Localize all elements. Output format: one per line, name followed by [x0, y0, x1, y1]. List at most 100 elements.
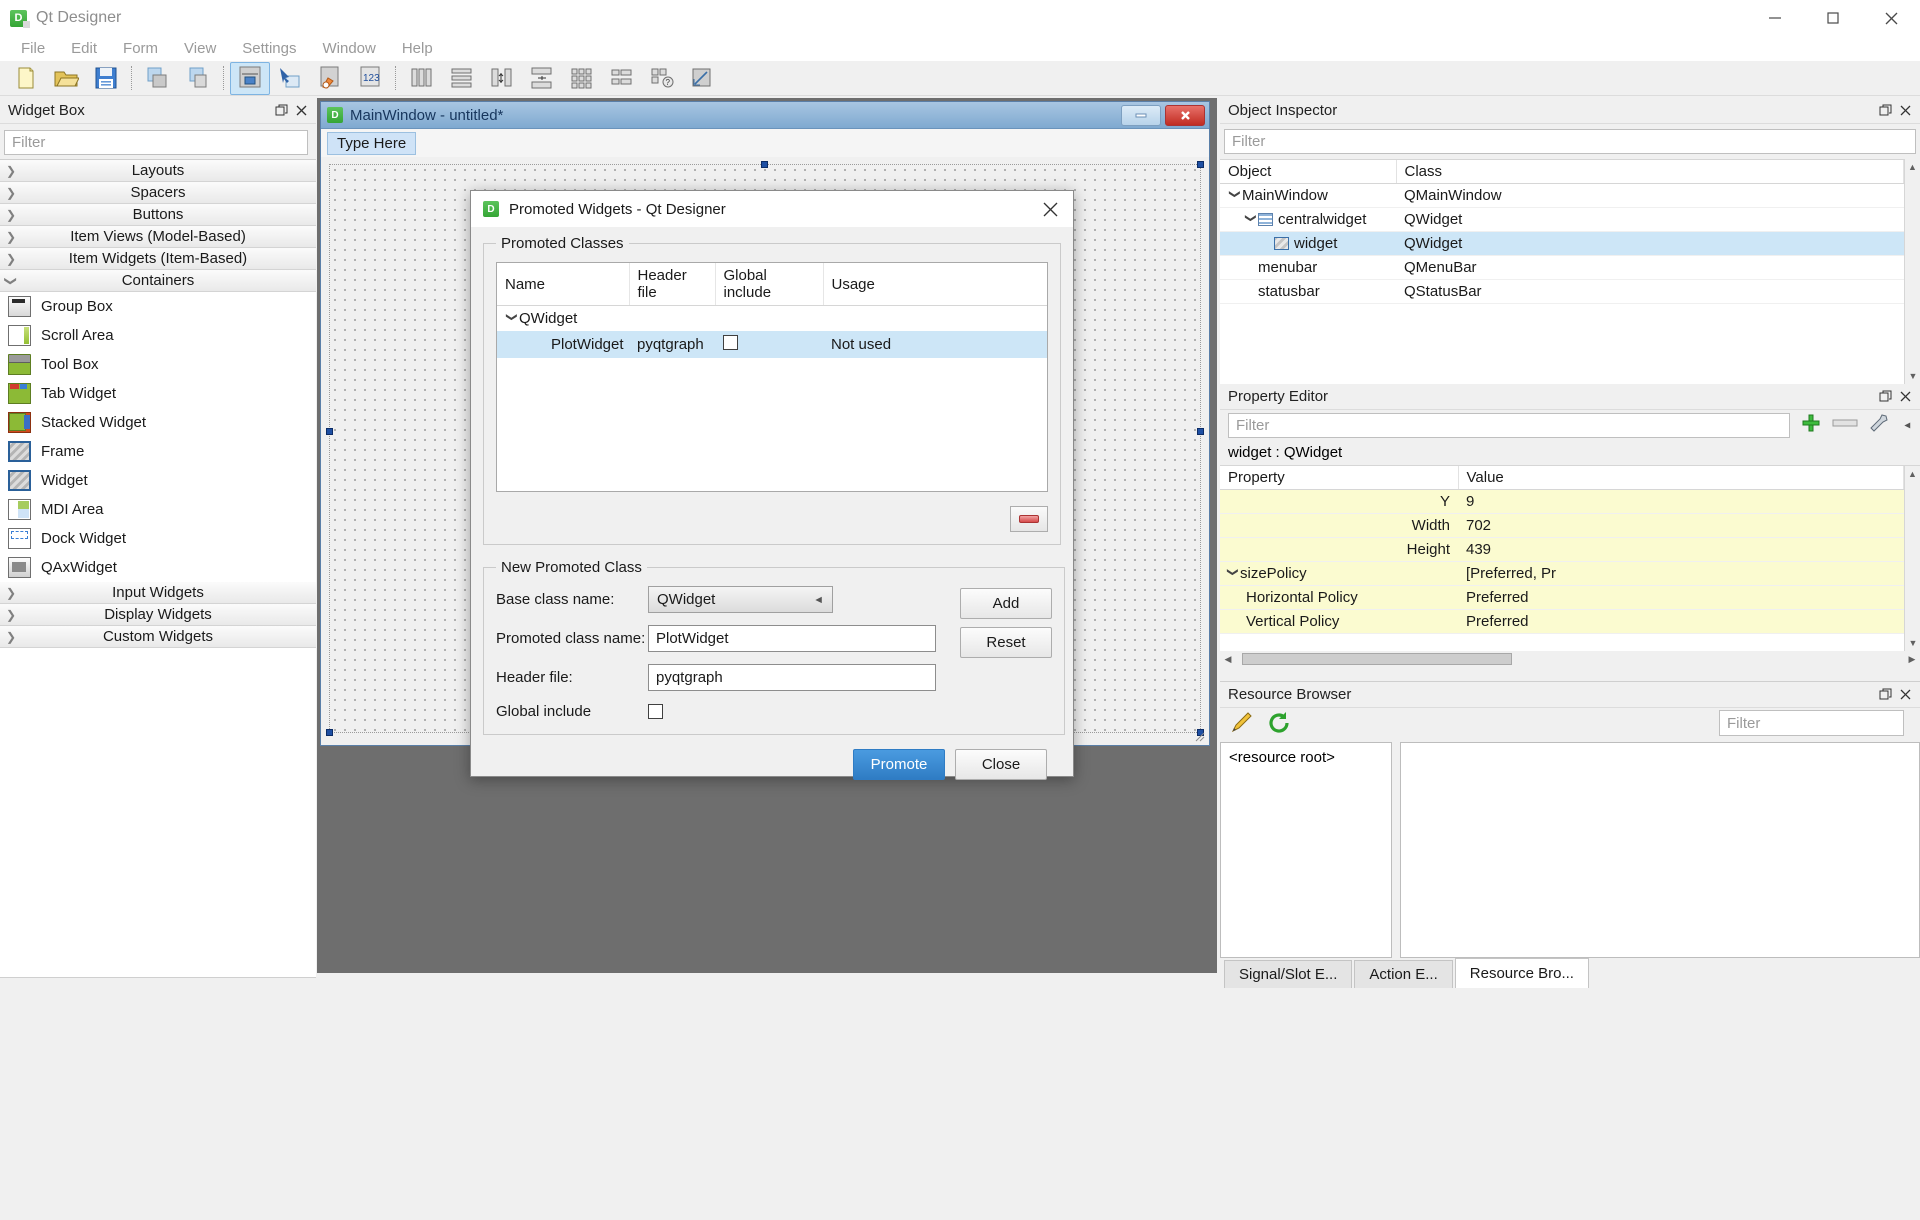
resource-root-label[interactable]: <resource root> — [1229, 749, 1383, 766]
widget-box-category-layouts[interactable]: ❯ Layouts — [0, 160, 316, 182]
widget-box-category-spacers[interactable]: ❯ Spacers — [0, 182, 316, 204]
widget-box-close-button[interactable] — [293, 103, 309, 119]
undo-icon[interactable] — [138, 62, 178, 95]
property-editor-hscrollbar[interactable]: ◀ ▶ — [1220, 651, 1920, 667]
promoted-classes-tree[interactable]: Name Header file Global include Usage ❯ Q… — [496, 262, 1048, 492]
property-editor-scrollbar[interactable]: ▲ ▼ — [1904, 466, 1920, 651]
widget-box-category-display-widgets[interactable]: ❯ Display Widgets — [0, 604, 316, 626]
column-name[interactable]: Name — [497, 263, 630, 306]
widget-item-dock-widget[interactable]: Dock Widget — [0, 524, 316, 553]
table-row[interactable]: Horizontal Policy Preferred — [1220, 585, 1904, 610]
new-global-include-checkbox[interactable] — [648, 704, 663, 719]
layout-horizontally-icon[interactable] — [402, 62, 442, 95]
base-class-combobox[interactable]: QWidget ▼ — [648, 586, 833, 613]
property-value[interactable]: Preferred — [1458, 609, 1904, 634]
menu-edit[interactable]: Edit — [58, 38, 110, 59]
header-file-input[interactable]: pyqtgraph — [648, 664, 936, 691]
table-row[interactable]: menubar QMenuBar — [1220, 255, 1904, 280]
maximize-button[interactable] — [1804, 0, 1862, 36]
column-property[interactable]: Property — [1220, 466, 1459, 490]
property-value[interactable]: 9 — [1458, 489, 1904, 514]
resource-browser-close-button[interactable] — [1897, 687, 1913, 703]
table-row[interactable]: widget QWidget — [1220, 231, 1904, 256]
table-row[interactable]: ❯ centralwidget QWidget — [1220, 207, 1904, 232]
scroll-right-icon[interactable]: ▶ — [1904, 651, 1920, 667]
layout-grid-icon[interactable] — [562, 62, 602, 95]
chevron-down-icon[interactable]: ❯ — [1245, 214, 1258, 228]
redo-icon[interactable] — [178, 62, 218, 95]
menu-view[interactable]: View — [171, 38, 229, 59]
menu-form[interactable]: Form — [110, 38, 171, 59]
layout-vertically-icon[interactable] — [442, 62, 482, 95]
scroll-up-icon[interactable]: ▲ — [1905, 466, 1920, 482]
resize-handle-left[interactable] — [326, 428, 333, 435]
scroll-down-icon[interactable]: ▼ — [1905, 635, 1920, 651]
chevron-down-icon[interactable]: ❯ — [1229, 190, 1242, 204]
menu-settings[interactable]: Settings — [229, 38, 309, 59]
property-value[interactable]: Preferred — [1458, 585, 1904, 610]
widget-item-stacked-widget[interactable]: Stacked Widget — [0, 408, 316, 437]
property-value[interactable]: [Preferred, Pr — [1458, 561, 1904, 586]
open-form-icon[interactable] — [46, 62, 86, 95]
add-button[interactable]: Add — [960, 588, 1052, 619]
property-editor-float-button[interactable] — [1877, 389, 1893, 405]
resize-handle-top-right[interactable] — [1197, 161, 1204, 168]
object-inspector-close-button[interactable] — [1897, 103, 1913, 119]
menu-help[interactable]: Help — [389, 38, 446, 59]
tab-signal-slot-editor[interactable]: Signal/Slot E... — [1224, 960, 1353, 988]
resource-preview-panel[interactable] — [1400, 742, 1920, 958]
property-value[interactable]: 702 — [1458, 513, 1904, 538]
form-close-button[interactable] — [1165, 104, 1205, 126]
widget-box-category-item-widgets[interactable]: ❯ Item Widgets (Item-Based) — [0, 248, 316, 270]
widget-box-category-buttons[interactable]: ❯ Buttons — [0, 204, 316, 226]
dialog-close-button[interactable] — [1027, 191, 1073, 227]
chevron-down-icon[interactable]: ❯ — [506, 313, 519, 327]
column-class[interactable]: Class — [1396, 160, 1904, 184]
menu-window[interactable]: Window — [309, 38, 388, 59]
layout-splitter-h-icon[interactable] — [482, 62, 522, 95]
resize-handle-right[interactable] — [1197, 428, 1204, 435]
column-object[interactable]: Object — [1220, 160, 1397, 184]
object-inspector-scrollbar[interactable]: ▲ ▼ — [1904, 159, 1920, 384]
widget-box-filter-input[interactable]: Filter — [4, 130, 308, 155]
resize-handle-top[interactable] — [761, 161, 768, 168]
table-row[interactable]: ❯ MainWindow QMainWindow — [1220, 183, 1904, 208]
break-layout-icon[interactable]: ? — [642, 62, 682, 95]
promoted-class-name-input[interactable]: PlotWidget — [648, 625, 936, 652]
save-form-icon[interactable] — [86, 62, 126, 95]
chevron-down-icon[interactable]: ❯ — [1227, 568, 1240, 582]
table-row[interactable]: statusbar QStatusBar — [1220, 279, 1904, 304]
property-value[interactable]: 439 — [1458, 537, 1904, 562]
resource-tree[interactable]: <resource root> — [1220, 742, 1392, 958]
widget-box-category-containers[interactable]: ❯ Containers — [0, 270, 316, 292]
dialog-close-action-button[interactable]: Close — [955, 749, 1047, 780]
column-usage[interactable]: Usage — [823, 263, 1047, 306]
resource-browser-float-button[interactable] — [1877, 687, 1893, 703]
edit-widgets-icon[interactable] — [230, 61, 270, 95]
reload-icon[interactable] — [1266, 711, 1292, 739]
configure-icon[interactable] — [1868, 412, 1892, 438]
column-value[interactable]: Value — [1458, 466, 1904, 490]
table-row[interactable]: ❯ sizePolicy [Preferred, Pr — [1220, 561, 1904, 586]
edit-tab-order-icon[interactable]: 123 — [350, 62, 390, 95]
minimize-button[interactable] — [1746, 0, 1804, 36]
column-header-file[interactable]: Header file — [629, 263, 716, 306]
property-editor-close-button[interactable] — [1897, 389, 1913, 405]
widget-box-float-button[interactable] — [273, 103, 289, 119]
table-row[interactable]: Y 9 — [1220, 489, 1904, 514]
object-inspector-float-button[interactable] — [1877, 103, 1893, 119]
resize-handle-bottom-left[interactable] — [326, 729, 333, 736]
edit-signals-slots-icon[interactable] — [270, 62, 310, 95]
widget-item-widget[interactable]: Widget — [0, 466, 316, 495]
layout-form-icon[interactable] — [602, 62, 642, 95]
table-row[interactable]: PlotWidget pyqtgraph Not used — [497, 331, 1047, 358]
table-row[interactable]: Height 439 — [1220, 537, 1904, 562]
reset-button[interactable]: Reset — [960, 627, 1052, 658]
table-row[interactable]: Width 702 — [1220, 513, 1904, 538]
chevron-down-icon[interactable]: ▼ — [1902, 420, 1913, 430]
tab-resource-browser[interactable]: Resource Bro... — [1454, 958, 1589, 988]
edit-buddies-icon[interactable] — [310, 62, 350, 95]
sort-property-icon[interactable] — [1832, 416, 1858, 434]
scroll-left-icon[interactable]: ◀ — [1220, 651, 1236, 667]
menu-file[interactable]: File — [8, 38, 58, 59]
